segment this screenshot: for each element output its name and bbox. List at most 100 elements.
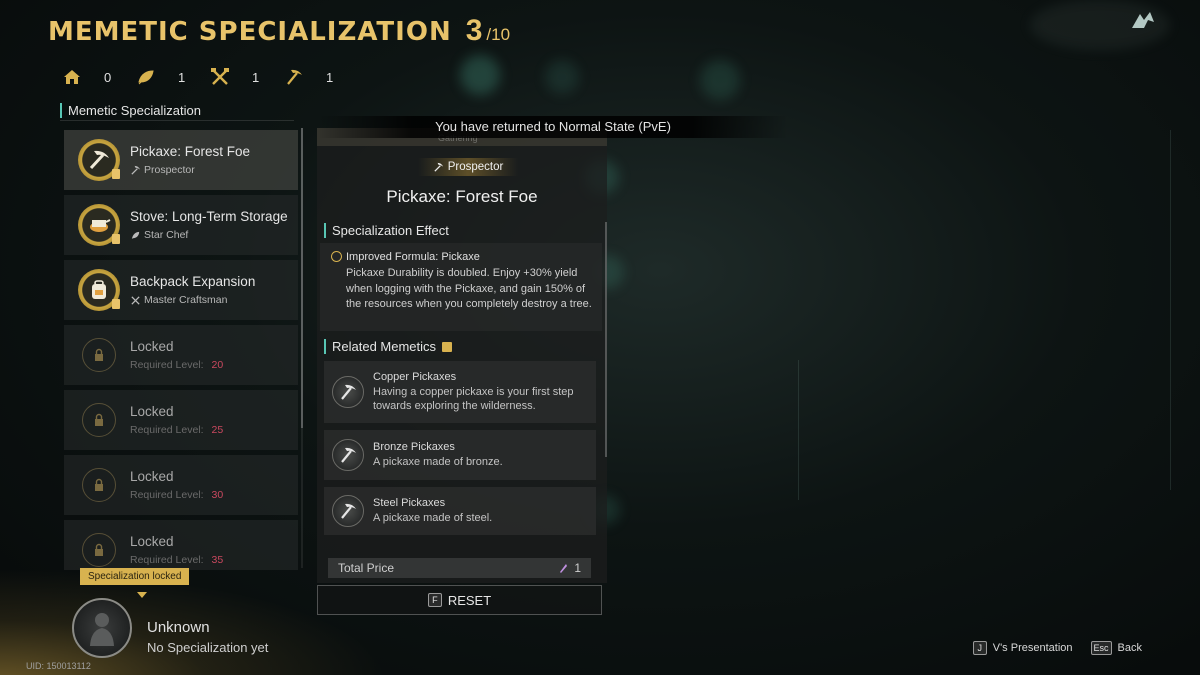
specialization-max: /10	[486, 25, 511, 44]
stat-value: 1	[252, 69, 260, 85]
memetic-item[interactable]: Copper Pickaxes Having a copper pickaxe …	[324, 361, 596, 423]
lock-icon	[82, 403, 116, 437]
specialization-list: Pickaxe: Forest Foe Prospector Stove: Lo…	[64, 130, 298, 570]
required-level-value: 25	[211, 424, 224, 436]
list-item[interactable]: Stove: Long-Term Storage Star Chef	[64, 195, 298, 255]
item-profession: Star Chef	[144, 229, 189, 241]
total-price-bar: Total Price 1	[328, 558, 591, 578]
required-level-label: Required Level:	[130, 424, 204, 436]
required-level-value: 30	[211, 489, 224, 501]
effect-description: Pickaxe Durability is doubled. Enjoy +30…	[346, 267, 592, 310]
profession-tag: Prospector	[418, 158, 518, 176]
memetic-name: Steel Pickaxes	[373, 497, 446, 509]
pickaxe-icon	[78, 139, 120, 181]
required-level-value: 20	[211, 359, 224, 371]
stat-value: 1	[326, 69, 334, 85]
item-name: Backpack Expansion	[130, 274, 256, 289]
memetic-name: Copper Pickaxes	[373, 371, 457, 383]
list-item[interactable]: Backpack Expansion Master Craftsman	[64, 260, 298, 320]
item-name: Locked	[130, 469, 174, 484]
pickaxe-icon	[332, 495, 364, 527]
list-item[interactable]: Locked Required Level: 35	[64, 520, 298, 570]
pickaxe-icon	[287, 69, 302, 85]
memetic-item[interactable]: Bronze Pickaxes A pickaxe made of bronze…	[324, 430, 596, 480]
list-item[interactable]: Locked Required Level: 30	[64, 455, 298, 515]
page-title: MEMETIC SPECIALIZATION	[48, 17, 452, 47]
specialization-count: 3	[465, 14, 483, 47]
effect-info-icon	[331, 251, 342, 262]
stove-icon	[78, 204, 120, 246]
item-name: Locked	[130, 404, 174, 419]
stat-value: 0	[104, 69, 112, 85]
crystal-icon	[560, 564, 568, 573]
keycap-f: F	[427, 593, 442, 607]
list-scrollbar[interactable]	[301, 128, 303, 568]
item-name: Pickaxe: Forest Foe	[130, 144, 251, 159]
memetic-desc: Having a copper pickaxe is your first st…	[373, 386, 574, 412]
lock-icon	[82, 468, 116, 502]
item-profession: Prospector	[144, 164, 195, 176]
item-profession: Master Craftsman	[144, 294, 228, 306]
hint-label: V's Presentation	[992, 642, 1073, 654]
key-hints: J V's Presentation Esc Back	[955, 641, 1142, 655]
required-level-label: Required Level:	[130, 489, 204, 501]
keycap-j: J	[972, 641, 987, 655]
tooltip-arrow	[137, 592, 147, 598]
lock-icon	[82, 338, 116, 372]
pickaxe-icon	[332, 376, 364, 408]
crossed-tools-icon	[211, 68, 229, 85]
house-icon	[64, 70, 80, 84]
list-item[interactable]: Pickaxe: Forest Foe Prospector	[64, 130, 298, 190]
memetic-desc: A pickaxe made of bronze.	[373, 456, 503, 468]
state-notification: You have returned to Normal State (PvE)	[318, 116, 788, 138]
item-name: Locked	[130, 339, 174, 354]
crossed-tools-icon	[131, 295, 140, 305]
memetic-item[interactable]: Steel Pickaxes A pickaxe made of steel.	[324, 487, 596, 535]
effect-title: Improved Formula: Pickaxe	[346, 251, 480, 263]
game-logo-icon	[1132, 12, 1154, 28]
stat-value: 1	[178, 69, 186, 85]
reset-label: RESET	[447, 592, 492, 608]
profession-stats: 0 1 1 1	[62, 67, 358, 87]
divider	[60, 120, 294, 121]
required-level-label: Required Level:	[130, 554, 204, 566]
required-level-value: 35	[211, 554, 224, 566]
user-id: UID: 150013112	[26, 661, 91, 671]
profile-subtitle: No Specialization yet	[147, 640, 269, 655]
memetic-name: Bronze Pickaxes	[373, 441, 455, 453]
lock-icon	[82, 533, 116, 567]
list-item[interactable]: Locked Required Level: 20	[64, 325, 298, 385]
stat-chef: 1	[136, 67, 188, 87]
stat-craftsman: 1	[210, 67, 262, 87]
related-memetics-heading: Related Memetics	[324, 339, 453, 354]
item-name: Locked	[130, 534, 174, 549]
specialization-effect-heading: Specialization Effect	[324, 223, 449, 238]
skill-title: Pickaxe: Forest Foe	[386, 187, 538, 206]
pickaxe-icon	[131, 165, 141, 175]
total-price-value: 1	[574, 561, 581, 575]
detail-scrollbar[interactable]	[605, 222, 607, 457]
hint-label: Back	[1117, 642, 1142, 654]
info-icon[interactable]	[442, 341, 453, 352]
reset-button[interactable]: F RESET	[317, 585, 602, 615]
total-price-label: Total Price	[338, 561, 395, 575]
memetic-desc: A pickaxe made of steel.	[373, 512, 493, 524]
stat-prospector: 1	[284, 67, 336, 87]
required-level-label: Required Level:	[130, 359, 204, 371]
keycap-esc: Esc	[1090, 641, 1112, 655]
profile-name: Unknown	[147, 619, 210, 636]
presentation-hint[interactable]: J V's Presentation	[972, 641, 1073, 655]
pickaxe-icon	[332, 439, 364, 471]
leaf-icon	[138, 70, 154, 85]
related-memetics-label: Related Memetics	[332, 339, 437, 354]
backpack-icon	[78, 269, 120, 311]
pickaxe-icon	[434, 162, 443, 172]
avatar[interactable]	[72, 598, 132, 658]
specialization-locked-tooltip: Specialization locked	[80, 568, 190, 585]
item-name: Stove: Long-Term Storage	[130, 209, 288, 224]
leaf-icon	[131, 231, 140, 239]
stat-home: 0	[62, 67, 114, 87]
list-item[interactable]: Locked Required Level: 25	[64, 390, 298, 450]
back-hint[interactable]: Esc Back	[1090, 641, 1142, 655]
header: MEMETIC SPECIALIZATION 3 /10	[48, 14, 510, 48]
